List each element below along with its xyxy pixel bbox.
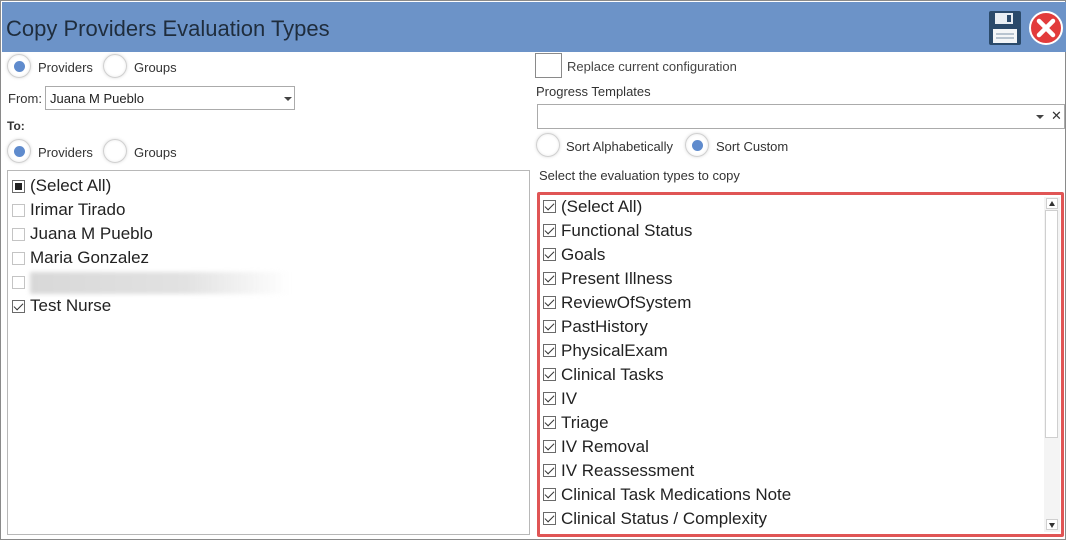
item-checkbox[interactable] — [12, 228, 25, 241]
list-item-label: Juana M Pueblo — [30, 224, 153, 243]
close-circle-icon — [1029, 11, 1063, 45]
eval-type-item[interactable]: IV Removal — [540, 435, 1061, 459]
from-provider-value: Juana M Pueblo — [50, 91, 144, 106]
save-button[interactable] — [988, 10, 1022, 46]
from-groups-label: Groups — [134, 60, 177, 75]
eval-type-item[interactable]: ReviewOfSystem — [540, 291, 1061, 315]
eval-type-item[interactable]: Clinical Tasks — [540, 363, 1061, 387]
eval-type-item[interactable]: Clinical Task Medications Note — [540, 483, 1061, 507]
eval-type-select-all[interactable]: (Select All) — [540, 195, 1061, 219]
eval-type-checkbox[interactable] — [543, 440, 556, 453]
eval-type-checkbox[interactable] — [543, 272, 556, 285]
eval-type-checkbox[interactable] — [543, 296, 556, 309]
to-providers-label: Providers — [38, 145, 93, 160]
floppy-disk-icon — [989, 11, 1021, 45]
select-all-checkbox[interactable] — [12, 180, 25, 193]
item-checkbox[interactable] — [12, 204, 25, 217]
triangle-down-icon — [1049, 523, 1055, 528]
eval-type-checkbox[interactable] — [543, 368, 556, 381]
eval-type-label: Present Illness — [561, 269, 673, 288]
sort-alpha-label: Sort Alphabetically — [566, 139, 673, 154]
eval-type-checkbox[interactable] — [543, 200, 556, 213]
clear-icon[interactable]: ✕ — [1051, 108, 1062, 124]
from-providers-radio[interactable] — [7, 54, 31, 78]
list-item-label: (Select All) — [30, 176, 112, 195]
eval-type-item[interactable]: IV Reassessment — [540, 459, 1061, 483]
progress-templates-select[interactable]: ✕ — [537, 104, 1065, 129]
list-item-label: Maria Gonzalez — [30, 248, 150, 267]
list-item[interactable]: Maria Gonzalez — [8, 246, 529, 270]
to-groups-label: Groups — [134, 145, 177, 160]
eval-type-item[interactable]: Triage — [540, 411, 1061, 435]
item-checkbox[interactable] — [12, 252, 25, 265]
window-title: Copy Providers Evaluation Types — [6, 16, 330, 41]
eval-type-label: ReviewOfSystem — [561, 293, 692, 312]
scroll-up-button[interactable] — [1046, 198, 1058, 209]
to-label: To: — [7, 119, 25, 133]
eval-type-checkbox[interactable] — [543, 320, 556, 333]
sort-custom-radio[interactable] — [685, 133, 709, 157]
list-item[interactable]: Juana M Pueblo — [8, 222, 529, 246]
eval-type-checkbox[interactable] — [543, 512, 556, 525]
list-item-redacted[interactable] — [8, 270, 529, 294]
destination-provider-list: (Select All) Irimar Tirado Juana M Puebl… — [7, 170, 530, 535]
eval-type-label: PhysicalExam — [561, 341, 668, 360]
evaluation-types-scrollbar[interactable] — [1044, 197, 1060, 532]
eval-type-checkbox[interactable] — [543, 392, 556, 405]
evaluation-types-list: (Select All) Functional Status Goals Presen… — [540, 195, 1061, 534]
redacted-name-blur — [30, 272, 290, 294]
eval-type-checkbox[interactable] — [543, 416, 556, 429]
select-types-label: Select the evaluation types to copy — [539, 168, 740, 183]
replace-config-label: Replace current configuration — [567, 59, 737, 74]
eval-type-label: Clinical Task Medications Note — [561, 485, 792, 504]
eval-type-item[interactable]: Goals — [540, 243, 1061, 267]
progress-templates-label: Progress Templates — [536, 84, 651, 99]
close-button[interactable] — [1028, 10, 1064, 46]
to-providers-radio[interactable] — [7, 139, 31, 163]
dialog-window: Copy Providers Evaluation Types Provider… — [0, 0, 1066, 540]
item-checkbox[interactable] — [12, 276, 25, 289]
eval-type-label: Goals — [561, 245, 606, 264]
eval-type-label: PastHistory — [561, 317, 648, 336]
eval-type-item[interactable]: PastHistory — [540, 315, 1061, 339]
eval-type-label: IV Reassessment — [561, 461, 695, 480]
eval-type-label: IV — [561, 389, 578, 408]
sort-alpha-radio[interactable] — [536, 133, 560, 157]
from-providers-label: Providers — [38, 60, 93, 75]
eval-type-checkbox[interactable] — [543, 344, 556, 357]
eval-type-label: Functional Status — [561, 221, 693, 240]
eval-type-label: Clinical Status / Complexity — [561, 509, 767, 528]
eval-type-item[interactable]: PhysicalExam — [540, 339, 1061, 363]
from-groups-radio[interactable] — [103, 54, 127, 78]
eval-type-item[interactable]: IV — [540, 387, 1061, 411]
list-item-label: Test Nurse — [30, 296, 112, 315]
scrollbar-thumb[interactable] — [1045, 210, 1058, 438]
eval-type-label: Clinical Tasks — [561, 365, 664, 384]
chevron-down-icon[interactable] — [1036, 115, 1044, 119]
eval-type-label: Triage — [561, 413, 609, 432]
list-item[interactable]: Test Nurse — [8, 294, 529, 318]
list-item-label: Irimar Tirado — [30, 200, 126, 219]
eval-type-checkbox[interactable] — [543, 248, 556, 261]
sort-custom-label: Sort Custom — [716, 139, 789, 154]
title-bar: Copy Providers Evaluation Types — [2, 2, 1066, 52]
replace-config-checkbox[interactable] — [535, 53, 562, 78]
from-label: From: — [8, 91, 42, 106]
eval-type-item[interactable]: Functional Status — [540, 219, 1061, 243]
chevron-down-icon — [284, 97, 292, 101]
eval-type-label: IV Removal — [561, 437, 649, 456]
eval-type-item[interactable]: Present Illness — [540, 267, 1061, 291]
eval-type-item[interactable]: Clinical Status / Complexity — [540, 507, 1061, 531]
eval-type-checkbox[interactable] — [543, 488, 556, 501]
eval-type-checkbox[interactable] — [543, 224, 556, 237]
list-item-select-all[interactable]: (Select All) — [8, 174, 529, 198]
to-groups-radio[interactable] — [103, 139, 127, 163]
scroll-down-button[interactable] — [1046, 519, 1058, 530]
from-provider-select[interactable]: Juana M Pueblo — [45, 86, 295, 110]
eval-type-label: (Select All) — [561, 197, 643, 216]
item-checkbox[interactable] — [12, 300, 25, 313]
triangle-up-icon — [1049, 201, 1055, 206]
list-item[interactable]: Irimar Tirado — [8, 198, 529, 222]
eval-type-checkbox[interactable] — [543, 464, 556, 477]
